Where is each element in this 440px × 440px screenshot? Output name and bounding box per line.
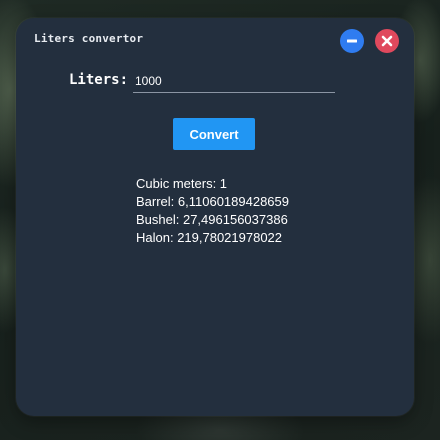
liters-input[interactable] (133, 72, 335, 93)
minus-icon (347, 39, 357, 43)
window-title: Liters convertor (34, 32, 144, 45)
minimize-button[interactable] (340, 29, 364, 53)
results-list: Cubic meters: 1 Barrel: 6,11060189428659… (136, 175, 289, 247)
result-cubic-meters: Cubic meters: 1 (136, 176, 228, 191)
result-halon: Halon: 219,78021978022 (136, 230, 283, 245)
liters-label: Liters: (69, 72, 129, 88)
x-icon (381, 35, 393, 47)
converter-window: Liters convertor Liters: Convert Cubic m… (16, 18, 414, 416)
result-bushel: Bushel: 27,496156037386 (136, 212, 288, 227)
close-button[interactable] (375, 29, 399, 53)
result-barrel: Barrel: 6,11060189428659 (136, 194, 289, 209)
convert-button[interactable]: Convert (173, 118, 255, 150)
